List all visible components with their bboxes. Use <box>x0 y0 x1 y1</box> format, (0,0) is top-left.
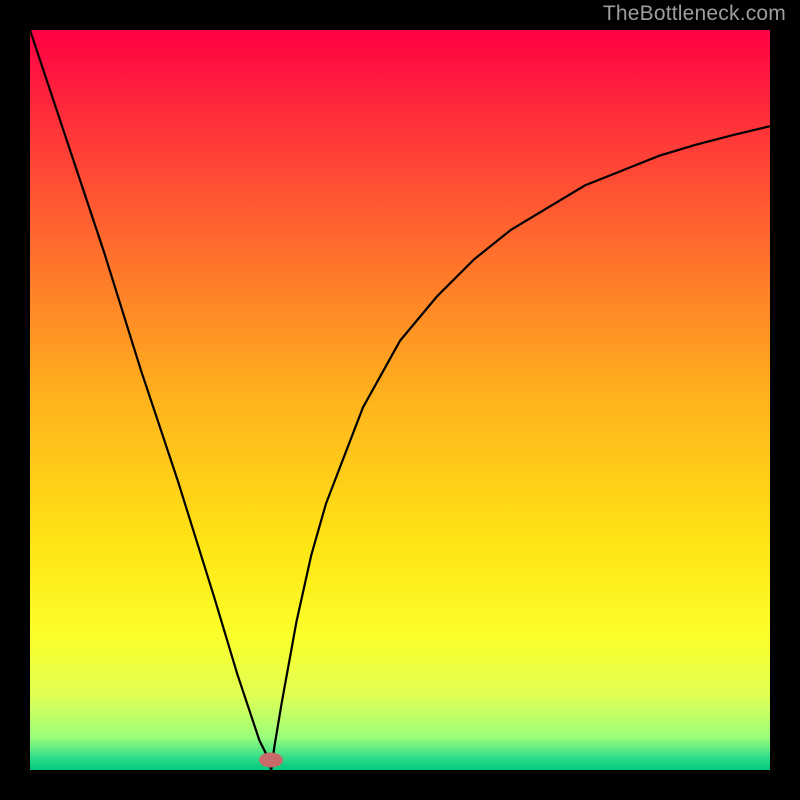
plot-area <box>30 30 770 770</box>
watermark-text: TheBottleneck.com <box>603 2 786 26</box>
gradient-background <box>30 30 770 770</box>
optimal-marker <box>259 752 283 767</box>
chart-frame: TheBottleneck.com <box>0 0 800 800</box>
